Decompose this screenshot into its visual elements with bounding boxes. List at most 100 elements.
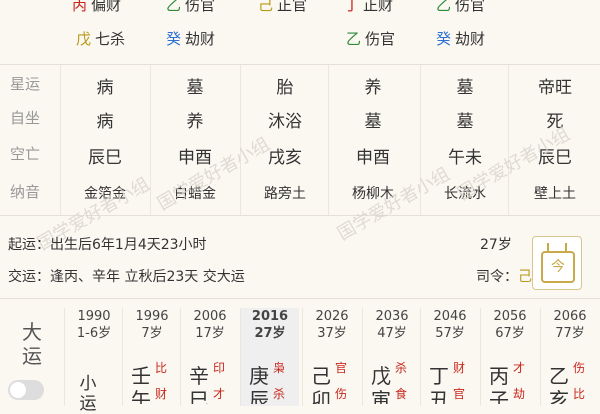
dayun-age: 1-6岁: [76, 326, 112, 341]
dayun-pillar: 庚 枭 辰 杀: [247, 360, 293, 405]
dayun-year: 2016: [251, 309, 289, 324]
dayun-year: 2036: [375, 309, 409, 324]
qiyun-text: 起运：出生后6年1月4天23小时: [8, 237, 207, 253]
dayun-age: 67岁: [495, 326, 525, 341]
hidden-stem: 丙: [72, 0, 88, 14]
row-label-nayin: 纳音: [10, 183, 41, 201]
earthly-branch: 寅: [371, 388, 391, 404]
calendar-today-button[interactable]: 今: [532, 236, 582, 290]
dayun-column[interactable]: 1996 7岁 壬 比 午 财: [122, 308, 181, 406]
hidden-stem: 癸: [436, 30, 452, 48]
xingyun-value: 墓: [186, 78, 204, 98]
branch-ten-god: 劫: [513, 387, 526, 401]
earthly-branch: 巳: [189, 388, 209, 404]
nayin-value: 壁上土: [534, 186, 576, 202]
dayun-age: 57岁: [435, 326, 465, 341]
dayun-year: 2066: [553, 309, 587, 324]
siling: 司令：己: [476, 266, 532, 286]
xingyun-value: 帝旺: [538, 78, 572, 98]
stem-ten-god: 官: [335, 361, 348, 375]
hidden-stem-cell: 乙伤官: [436, 0, 485, 15]
nayin-value: 路旁土: [264, 186, 306, 202]
stem-ten-god: 伤: [573, 361, 586, 375]
hidden-stems-row-2: 戊七杀 癸劫财 乙伤官 癸劫财: [0, 28, 600, 50]
dayun-pillar: 戊 杀 寅 食: [369, 360, 415, 405]
ten-god: 劫财: [185, 30, 216, 48]
dayun-section: 大运 1990 1-6岁 小运 1996 7岁 壬 比 午 财 2006 17岁…: [0, 302, 600, 414]
dayun-pillar: 乙 伤 亥 比: [547, 360, 593, 405]
earthly-branch: 卯: [311, 388, 331, 404]
earthly-branch: 午: [131, 388, 151, 404]
dayun-column-current[interactable]: 2016 27岁 庚 枭 辰 杀: [240, 308, 299, 406]
dayun-age: 17岁: [195, 326, 225, 341]
ten-god: 正官: [277, 0, 308, 14]
dayun-year: 1996: [135, 309, 169, 324]
dayun-age: 27岁: [254, 326, 286, 341]
zizuo-value: 墓: [456, 112, 474, 132]
dayun-column[interactable]: 2066 77岁 乙 伤 亥 比: [540, 308, 599, 406]
branch-ten-god: 杀: [273, 387, 286, 401]
hidden-stem: 戊: [76, 30, 92, 48]
stem-ten-god: 杀: [395, 361, 408, 375]
dayun-year: 2056: [493, 309, 527, 324]
earthly-branch: 丑: [429, 388, 449, 404]
hidden-stem-cell: 己正官: [258, 0, 307, 15]
ten-god: 偏财: [91, 0, 122, 14]
dayun-column[interactable]: 1990 1-6岁 小运: [64, 308, 123, 414]
ten-god: 七杀: [95, 30, 126, 48]
dayun-column[interactable]: 2036 47岁 戊 杀 寅 食: [362, 308, 421, 406]
siling-value: 己: [518, 269, 532, 285]
ten-god: 劫财: [455, 30, 486, 48]
dayun-pillar: 辛 印 巳 才: [187, 360, 233, 405]
dayun-pillar: 丁 财 丑 官: [427, 360, 473, 405]
ten-god: 伤官: [365, 30, 396, 48]
xingyun-value: 病: [96, 78, 114, 98]
kongwang-value: 辰巳: [88, 148, 122, 168]
dayun-year: 1990: [77, 309, 111, 324]
stem-ten-god: 枭: [273, 361, 286, 375]
stem-ten-god: 比: [155, 361, 168, 375]
zizuo-value: 病: [96, 112, 114, 132]
dayun-column[interactable]: 2046 57岁 丁 财 丑 官: [420, 308, 479, 406]
row-label-kongwang: 空亡: [10, 145, 41, 163]
dayun-pillar: 己 官 卯 伤: [309, 360, 355, 405]
ten-god: 伤官: [185, 0, 216, 14]
hidden-stem: 癸: [166, 30, 182, 48]
earthly-branch: 子: [489, 388, 509, 404]
hidden-stem: 丁: [344, 0, 360, 14]
siling-label: 司令：: [476, 269, 518, 285]
row-label-xingyun: 星运: [10, 75, 41, 93]
branch-ten-god: 官: [453, 387, 466, 401]
dayun-column[interactable]: 2006 17岁 辛 印 巳 才: [180, 308, 239, 406]
hidden-stem-cell: 戊七杀: [76, 28, 125, 49]
zizuo-value: 养: [186, 112, 204, 132]
dayun-title: 大运: [22, 320, 42, 368]
dayun-toggle[interactable]: [8, 380, 44, 400]
earthly-branch: 辰: [249, 388, 269, 404]
hidden-stem: 己: [258, 0, 274, 14]
branch-ten-god: 财: [155, 387, 168, 401]
row-label-zizuo: 自坐: [10, 109, 41, 127]
branch-ten-god: 伤: [335, 387, 348, 401]
hidden-stem-cell: 丁正财: [344, 0, 393, 15]
zizuo-value: 墓: [364, 112, 382, 132]
dayun-column[interactable]: 2056 67岁 丙 才 子 劫: [480, 308, 539, 406]
dayun-column[interactable]: 2026 37岁 己 官 卯 伤: [302, 308, 361, 406]
hidden-stem: 乙: [166, 0, 182, 14]
earthly-branch: 亥: [549, 388, 569, 404]
hidden-stems-row-1: 丙偏财 乙伤官 己正官 丁正财 乙伤官: [0, 0, 600, 16]
dayun-age: 7岁: [141, 326, 163, 341]
xingyun-value: 胎: [276, 78, 294, 98]
dayun-year: 2006: [193, 309, 227, 324]
dayun-age: 47岁: [377, 326, 407, 341]
branch-ten-god: 才: [213, 387, 226, 401]
hidden-stem-cell: 癸劫财: [166, 28, 215, 49]
ten-god: 正财: [363, 0, 394, 14]
stem-ten-god: 财: [453, 361, 466, 375]
zizuo-value: 沐浴: [268, 112, 302, 132]
stem-ten-god: 才: [513, 361, 526, 375]
dayun-pillar: 丙 才 子 劫: [487, 360, 533, 405]
hidden-stem: 乙: [346, 30, 362, 48]
dayun-age: 77岁: [555, 326, 585, 341]
xingyun-value: 养: [364, 78, 382, 98]
